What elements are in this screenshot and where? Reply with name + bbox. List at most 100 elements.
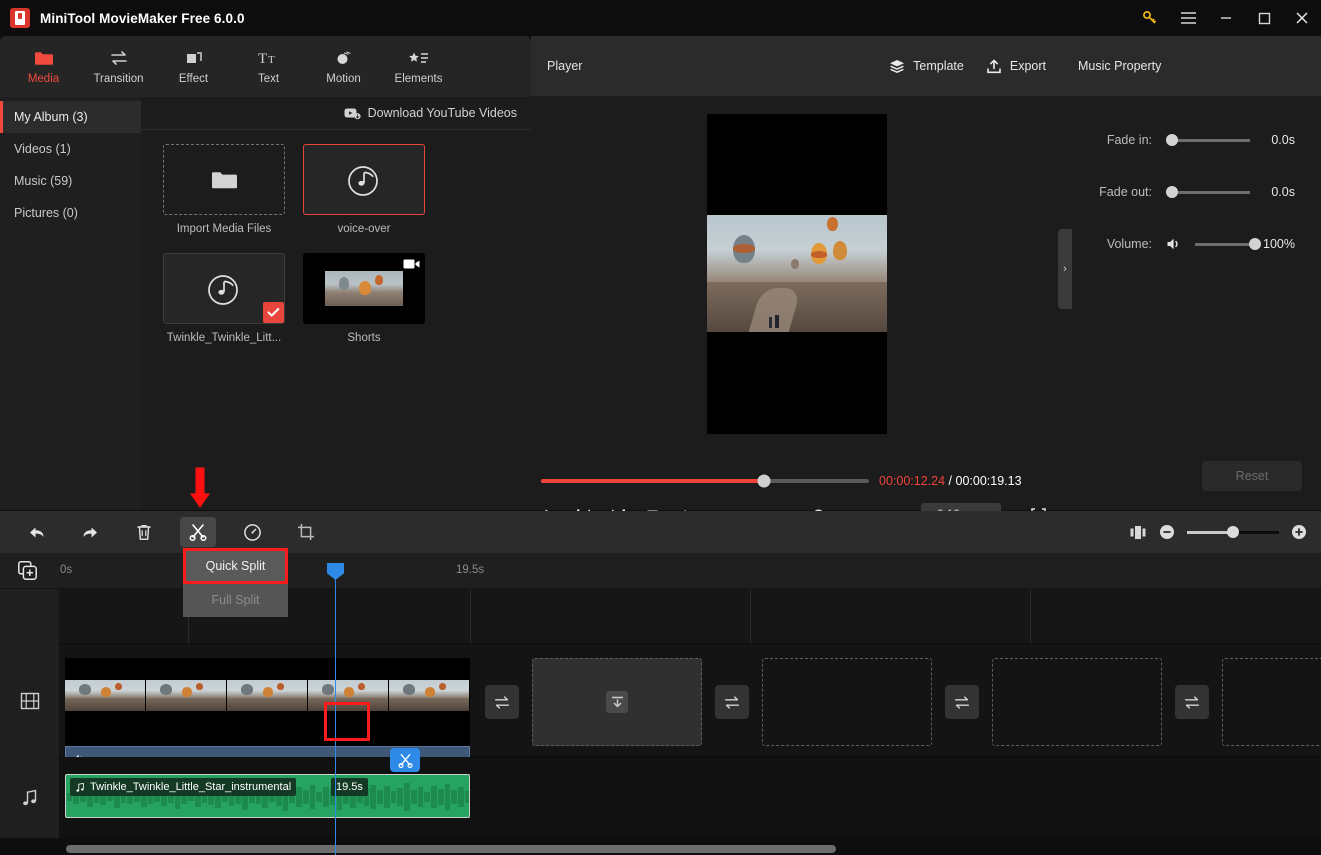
zoom-in-button[interactable]: [1291, 524, 1307, 540]
volume-value: 100%: [1263, 237, 1295, 251]
track-head-audio: [0, 757, 59, 838]
drop-slot-2[interactable]: [762, 658, 932, 746]
add-media-track-icon[interactable]: [18, 561, 37, 580]
panel-collapse-handle[interactable]: ›: [1058, 229, 1072, 309]
timeline-scrollbar-thumb[interactable]: [66, 845, 836, 853]
volume-slider[interactable]: [1195, 238, 1261, 250]
split-button[interactable]: [180, 517, 216, 547]
category-videos[interactable]: Videos (1): [0, 133, 141, 165]
fade-in-value: 0.0s: [1271, 133, 1295, 147]
checkmark-icon[interactable]: [263, 302, 284, 323]
media-body: My Album (3) Videos (1) Music (59) Pictu…: [0, 97, 531, 510]
audio-clip[interactable]: Twinkle_Twinkle_Little_Star_instrumental…: [65, 774, 470, 818]
transition-slot-2[interactable]: [715, 685, 749, 719]
audio-note-icon: [343, 159, 385, 201]
total-time: 00:00:19.13: [955, 474, 1022, 488]
volume-knob[interactable]: [1249, 238, 1261, 250]
fade-out-value: 0.0s: [1271, 185, 1295, 199]
media-cell-shorts[interactable]: Shorts: [303, 253, 425, 344]
fade-in-knob[interactable]: [1166, 134, 1178, 146]
download-youtube-label[interactable]: Download YouTube Videos: [368, 106, 517, 120]
nav-item-elements[interactable]: Elements: [381, 38, 456, 96]
twinkle-thumb[interactable]: [163, 253, 285, 324]
undo-button[interactable]: [18, 517, 54, 547]
nav-label: Text: [257, 73, 280, 85]
reset-button[interactable]: Reset: [1202, 461, 1302, 491]
drop-slot-3[interactable]: [992, 658, 1162, 746]
speaker-icon[interactable]: [1166, 237, 1183, 251]
crop-button[interactable]: [288, 517, 324, 547]
maximize-icon[interactable]: [1245, 0, 1283, 36]
template-button[interactable]: Template: [889, 59, 964, 74]
menu-item-quick-split[interactable]: Quick Split: [183, 549, 288, 583]
playhead[interactable]: [327, 563, 344, 855]
nav-item-text[interactable]: TT Text: [231, 38, 306, 96]
key-icon[interactable]: [1131, 0, 1169, 36]
fade-out-slider[interactable]: [1166, 186, 1250, 198]
menu-icon[interactable]: [1169, 0, 1207, 36]
fit-to-screen-icon[interactable]: [1129, 525, 1147, 540]
transition-slot-1[interactable]: [485, 685, 519, 719]
media-grid: Import Media Files voice-over Twinkle_Tw…: [141, 130, 531, 344]
player-header: Player Template Export: [531, 36, 1062, 96]
redo-button[interactable]: [72, 517, 108, 547]
layers-icon: [889, 59, 905, 74]
player-panel: Player Template Export 00:00:12.24 / 00:…: [531, 36, 1062, 527]
player-title: Player: [547, 59, 583, 73]
nav-item-motion[interactable]: Motion: [306, 38, 381, 96]
nav-item-media[interactable]: Media: [6, 38, 81, 96]
close-icon[interactable]: [1283, 0, 1321, 36]
export-label: Export: [1009, 59, 1046, 73]
export-button[interactable]: Export: [986, 59, 1046, 74]
category-my-album[interactable]: My Album (3): [0, 101, 141, 133]
drop-slot-1[interactable]: [532, 658, 702, 746]
audio-track[interactable]: Twinkle_Twinkle_Little_Star_instrumental…: [59, 757, 1321, 838]
import-thumb[interactable]: [163, 144, 285, 215]
nav-item-transition[interactable]: Transition: [81, 38, 156, 96]
transition-slot-4[interactable]: [1175, 685, 1209, 719]
seek-slider[interactable]: [541, 474, 869, 488]
zoom-slider[interactable]: [1187, 526, 1279, 538]
progress-row: 00:00:12.24 / 00:00:19.13: [531, 466, 1062, 496]
title-bar: MiniTool MovieMaker Free 6.0.0: [0, 0, 1321, 36]
category-label: My Album (3): [14, 110, 88, 124]
template-label: Template: [913, 59, 964, 73]
fade-out-knob[interactable]: [1166, 186, 1178, 198]
category-pictures[interactable]: Pictures (0): [0, 197, 141, 229]
speed-button[interactable]: [234, 517, 270, 547]
video-clip-shorts[interactable]: [65, 658, 470, 746]
ruler-tick-0: 0s: [60, 564, 73, 576]
zoom-knob[interactable]: [1227, 526, 1239, 538]
current-time: 00:00:12.24: [879, 474, 946, 488]
time-separator: /: [948, 474, 953, 488]
add-media-icon: [606, 691, 628, 713]
folder-icon: [34, 48, 54, 68]
nav-item-effect[interactable]: Effect: [156, 38, 231, 96]
red-arrow-annotation: [188, 467, 212, 509]
shorts-thumb[interactable]: [303, 253, 425, 324]
nav-label: Effect: [178, 73, 209, 85]
minimize-icon[interactable]: [1207, 0, 1245, 36]
drop-slot-4[interactable]: [1222, 658, 1321, 746]
text-icon: TT: [258, 48, 280, 68]
media-label: Twinkle_Twinkle_Litt...: [166, 332, 282, 344]
fade-in-slider[interactable]: [1166, 134, 1250, 146]
media-list: Download YouTube Videos Import Media Fil…: [141, 97, 531, 510]
media-panel: Media Transition Effect TT Text Motion E…: [0, 36, 531, 510]
split-clip-chip[interactable]: [390, 748, 420, 772]
media-cell-import[interactable]: Import Media Files: [163, 144, 285, 235]
zoom-out-button[interactable]: [1159, 524, 1175, 540]
voice-over-thumb[interactable]: [303, 144, 425, 215]
media-cell-voice-over[interactable]: voice-over: [303, 144, 425, 235]
category-music[interactable]: Music (59): [0, 165, 141, 197]
delete-button[interactable]: [126, 517, 162, 547]
video-track[interactable]: [59, 644, 1321, 774]
transition-slot-3[interactable]: [945, 685, 979, 719]
video-preview[interactable]: [706, 113, 887, 434]
category-label: Videos (1): [14, 142, 71, 156]
elements-icon: [408, 48, 430, 68]
category-list: My Album (3) Videos (1) Music (59) Pictu…: [0, 97, 141, 510]
seek-knob[interactable]: [757, 474, 771, 488]
folder-icon: [211, 170, 237, 190]
media-cell-twinkle[interactable]: Twinkle_Twinkle_Litt...: [163, 253, 285, 344]
